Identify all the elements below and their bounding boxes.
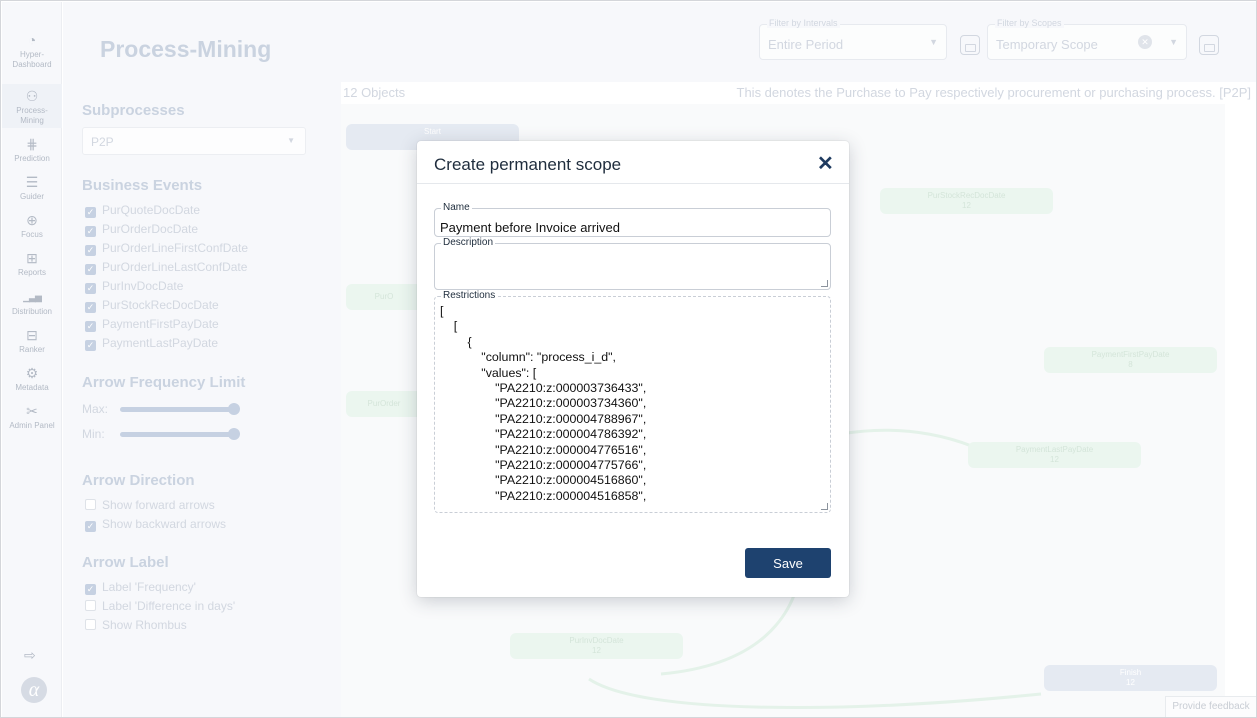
app-window: ◔ Hyper- Dashboard ⚇ Process- Mining ⋕ P…: [0, 0, 1257, 718]
restrictions-label: Restrictions: [441, 290, 498, 302]
save-button[interactable]: Save: [745, 548, 831, 578]
resize-handle-icon[interactable]: [821, 280, 828, 287]
close-icon[interactable]: ✕: [817, 151, 834, 176]
dialog-divider: [417, 183, 849, 184]
name-label: Name: [441, 202, 472, 214]
description-field[interactable]: Description: [434, 237, 831, 290]
dialog-title: Create permanent scope: [434, 155, 622, 174]
description-label: Description: [441, 237, 496, 249]
name-input[interactable]: [440, 218, 830, 236]
restrictions-json[interactable]: [ [ { "column": "process_i_d", "values":…: [440, 304, 825, 509]
name-field[interactable]: Name: [434, 202, 831, 237]
resize-handle-icon[interactable]: [821, 503, 828, 510]
restrictions-field[interactable]: Restrictions [ [ { "column": "process_i_…: [434, 290, 831, 513]
create-scope-dialog: Create permanent scope ✕ Name Descriptio…: [417, 141, 849, 597]
